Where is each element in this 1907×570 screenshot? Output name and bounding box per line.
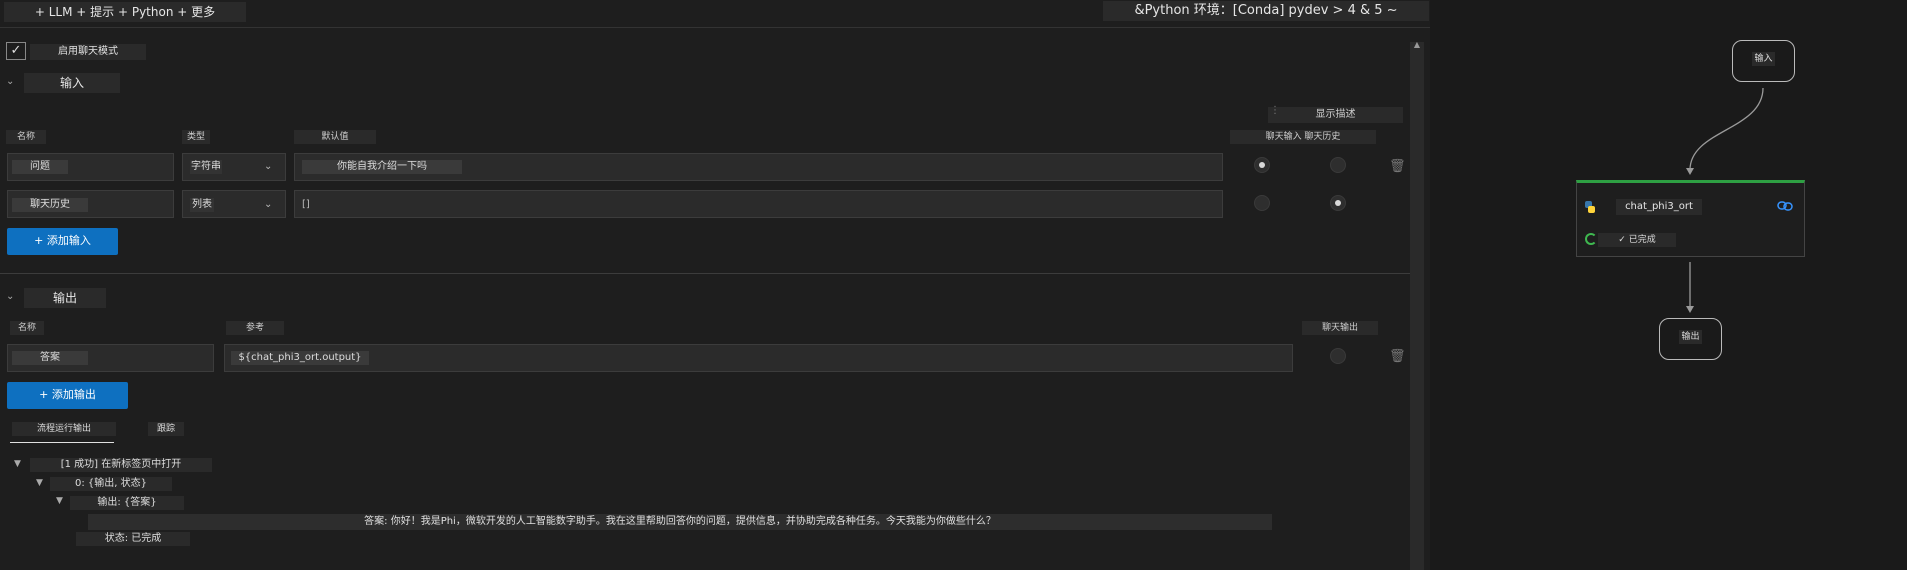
top-bar: + LLM + 提示 + Python + 更多 &Python 环境：[Con… xyxy=(0,0,1430,28)
graph-main-node-title: chat_phi3_ort xyxy=(1616,199,1702,215)
output-header-reference: 参考 xyxy=(226,321,284,335)
type-dropdown-chevron-icon[interactable]: ⌄ xyxy=(264,199,272,211)
tree-root[interactable]: [1 成功] 在新标签页中打开 xyxy=(30,458,212,472)
delete-input-trash-icon[interactable]: 🗑 xyxy=(1389,160,1406,174)
tree-expand-icon[interactable]: ▼ xyxy=(14,459,21,469)
graph-input-node[interactable]: 输入 xyxy=(1732,40,1795,82)
flow-editor-panel xyxy=(0,0,1430,570)
flow-graph-panel xyxy=(1430,0,1907,570)
outputs-collapse-chevron-icon[interactable]: ⌄ xyxy=(6,291,14,303)
inputs-section-title: 输入 xyxy=(24,73,120,93)
input-header-default: 默认值 xyxy=(294,130,376,144)
chat-input-radio[interactable] xyxy=(1254,195,1270,211)
input-type-value: 字符串 xyxy=(190,160,222,174)
outputs-section-title: 输出 xyxy=(24,288,106,308)
python-env-selector[interactable]: &Python 环境：[Conda] pydev > 4 & 5 ~ xyxy=(1103,1,1429,21)
output-header-chat-output: 聊天输出 xyxy=(1302,321,1378,335)
input-type-value: 列表 xyxy=(190,198,214,212)
tree-expand-icon[interactable]: ▼ xyxy=(56,496,63,506)
vertical-scrollbar[interactable] xyxy=(1410,42,1424,570)
tree-status: 状态: 已完成 xyxy=(76,532,190,546)
tab-flow-run-output[interactable]: 流程运行输出 xyxy=(12,422,116,436)
graph-main-node-status: ✓ 已完成 xyxy=(1598,233,1676,247)
output-header-name: 名称 xyxy=(10,321,44,335)
link-icon[interactable] xyxy=(1777,200,1793,212)
input-default-value: [] xyxy=(302,199,310,210)
chat-input-radio[interactable] xyxy=(1254,157,1270,173)
inputs-collapse-chevron-icon[interactable]: ⌄ xyxy=(6,76,14,88)
add-output-button[interactable]: + 添加输出 xyxy=(7,382,128,409)
type-dropdown-chevron-icon[interactable]: ⌄ xyxy=(264,161,272,173)
chat-output-radio[interactable] xyxy=(1330,348,1346,364)
output-reference-field[interactable] xyxy=(224,344,1293,372)
chat-mode-checkbox[interactable]: ✓ xyxy=(6,42,26,60)
tree-output: 输出: {答案} xyxy=(70,496,184,510)
graph-input-node-label: 输入 xyxy=(1752,52,1775,66)
input-default-field[interactable] xyxy=(294,190,1223,218)
graph-output-node-label: 输出 xyxy=(1679,330,1702,344)
input-header-name: 名称 xyxy=(6,130,46,144)
section-divider xyxy=(0,273,1410,274)
tree-expand-icon[interactable]: ▼ xyxy=(36,478,43,488)
scroll-up-icon[interactable]: ▲ xyxy=(1412,40,1422,50)
more-options-icon[interactable]: ⋮ xyxy=(1270,104,1280,118)
add-input-button[interactable]: + 添加输入 xyxy=(7,228,118,255)
status-complete-icon xyxy=(1585,233,1597,245)
python-icon xyxy=(1585,201,1595,213)
input-header-chat-io: 聊天输入 聊天历史 xyxy=(1230,130,1376,144)
tab-trace[interactable]: 跟踪 xyxy=(148,422,184,436)
show-description-toggle[interactable]: 显示描述 xyxy=(1268,107,1403,123)
delete-output-trash-icon[interactable]: 🗑 xyxy=(1389,350,1406,364)
tree-item-0: 0: {输出, 状态} xyxy=(50,477,172,491)
active-tab-underline xyxy=(10,442,114,443)
output-name-value: 答案 xyxy=(12,351,88,365)
chat-history-radio[interactable] xyxy=(1330,157,1346,173)
chat-history-radio[interactable] xyxy=(1330,195,1346,211)
flow-title: + LLM + 提示 + Python + 更多 xyxy=(4,2,246,22)
input-header-type: 类型 xyxy=(182,130,210,144)
graph-output-node[interactable]: 输出 xyxy=(1659,318,1722,360)
input-default-value: 你能自我介绍一下吗 xyxy=(302,160,462,174)
input-name-value: 问题 xyxy=(12,160,68,174)
tree-answer: 答案: 你好！我是Phi，微软开发的人工智能数字助手。我在这里帮助回答你的问题，… xyxy=(88,514,1272,530)
input-name-value: 聊天历史 xyxy=(12,198,88,212)
output-reference-value: ${chat_phi3_ort.output} xyxy=(231,351,369,365)
chat-mode-label: 启用聊天模式 xyxy=(30,44,146,60)
